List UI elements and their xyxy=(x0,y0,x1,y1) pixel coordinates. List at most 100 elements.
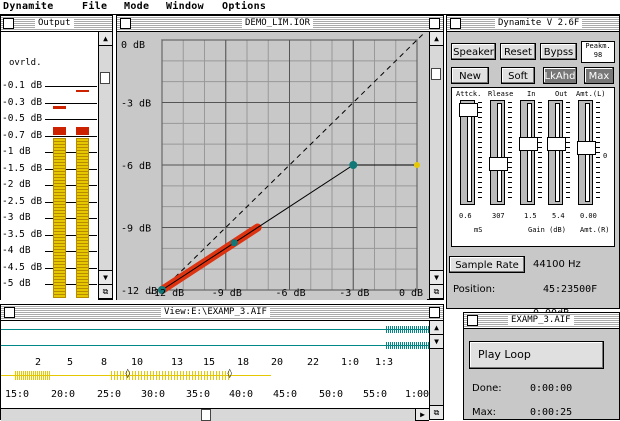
soft-button[interactable]: Soft xyxy=(501,67,535,84)
reset-button[interactable]: Reset xyxy=(500,43,536,60)
channel-line-left xyxy=(1,329,429,330)
menu-dynamite[interactable]: Dynamite xyxy=(3,1,54,12)
scroll-up-icon[interactable]: ▲ xyxy=(99,32,112,46)
view-title-bar[interactable]: View:E:\EXAMP_3.AIF xyxy=(1,305,443,321)
graph-title-bar[interactable]: DEMO_LIM.IOR xyxy=(117,16,443,32)
scroll-thumb[interactable] xyxy=(431,68,441,80)
close-box-icon[interactable] xyxy=(450,18,461,29)
sample-rate-value: 44100 Hz xyxy=(533,259,581,270)
resize-icon[interactable]: ⧉ xyxy=(99,285,112,299)
timeline-label: 35:0 xyxy=(186,389,210,400)
close-box-icon[interactable] xyxy=(467,315,478,326)
zoom-box-icon[interactable] xyxy=(429,307,440,318)
amount-fader[interactable] xyxy=(578,100,593,205)
examp-window: EXAMP_3.AIF Play Loop Done: 0:00:00 Max:… xyxy=(463,312,620,420)
graph-window: DEMO_LIM.IOR 0 dB-3 dB-6 dB-9 dB-12 dB-1… xyxy=(116,15,444,300)
view-hscrollbar[interactable]: ▶ xyxy=(1,408,429,421)
time-marker: 20 xyxy=(271,357,283,368)
gain-unit: Gain (dB) xyxy=(528,226,566,234)
close-box-icon[interactable] xyxy=(3,18,14,29)
fader-panel: Attck. Rlease In Out Amt.(L) 0 0.6 307 1… xyxy=(451,87,615,247)
out-value: 5.4 xyxy=(552,212,565,220)
time-marker: 8 xyxy=(101,357,107,368)
meter-bar-right xyxy=(76,138,89,298)
meter-scale-label: -3.5 dB xyxy=(2,229,42,240)
view-window: View:E:\EXAMP_3.AIF 2581013151820221:01:… xyxy=(0,304,444,420)
graph-scrollbar[interactable]: ▲ ▼ ⧉ xyxy=(429,32,443,299)
time-marker: 22 xyxy=(307,357,319,368)
timeline-label: 25:0 xyxy=(97,389,121,400)
y-axis-label: 0 dB xyxy=(121,40,145,51)
resize-icon[interactable]: ⧉ xyxy=(430,405,443,420)
output-scrollbar[interactable]: ▲ ▼ ⧉ xyxy=(98,32,112,299)
max-value: 0:00:25 xyxy=(530,407,572,418)
dynamite-title: Dynamite V 2.6F xyxy=(495,18,582,29)
menu-file[interactable]: File xyxy=(82,1,107,12)
meter-scale-label: -0.7 dB xyxy=(2,130,42,141)
speaker-button[interactable]: Speaker xyxy=(451,43,496,60)
lookahead-button[interactable]: LkAhd xyxy=(543,67,577,84)
time-marker: 5 xyxy=(67,357,73,368)
dynamite-title-bar[interactable]: Dynamite V 2.6F xyxy=(447,16,619,32)
fader-side-value: 0 xyxy=(603,152,607,160)
loop-start-marker-icon[interactable]: ◊ xyxy=(125,369,130,379)
attack-fader[interactable] xyxy=(460,100,475,205)
menu-mode[interactable]: Mode xyxy=(124,1,149,12)
audio-overview-burst xyxy=(15,371,51,380)
scroll-down-icon[interactable]: ▼ xyxy=(430,335,443,349)
scroll-up-icon[interactable]: ▲ xyxy=(430,32,443,46)
done-label: Done: xyxy=(472,383,502,394)
transfer-curve-graph[interactable]: 0 dB-3 dB-6 dB-9 dB-12 dB-12 dB-9 dB-6 d… xyxy=(117,32,427,300)
output-title-bar[interactable]: Output xyxy=(1,16,112,32)
close-box-icon[interactable] xyxy=(4,307,15,318)
timeline-label: 40:0 xyxy=(229,389,253,400)
loop-end-marker-icon[interactable]: ◊ xyxy=(227,369,232,379)
peak-label: Peakm. xyxy=(582,42,614,51)
menu-options[interactable]: Options xyxy=(222,1,266,12)
input-gain-fader-knob[interactable] xyxy=(519,137,538,151)
graph-title: DEMO_LIM.IOR xyxy=(242,18,313,29)
input-gain-fader[interactable] xyxy=(520,100,535,205)
release-fader[interactable] xyxy=(490,100,505,205)
amount-right-unit: Amt.(R) xyxy=(580,226,610,234)
release-header: Rlease xyxy=(488,90,513,98)
bypass-button[interactable]: Bypss xyxy=(540,43,577,60)
examp-title-bar[interactable]: EXAMP_3.AIF xyxy=(464,313,619,329)
resize-icon[interactable]: ⧉ xyxy=(430,285,443,299)
curve-node xyxy=(231,239,238,246)
output-gain-fader-knob[interactable] xyxy=(547,137,566,151)
attack-value: 0.6 xyxy=(459,212,472,220)
in-value: 1.5 xyxy=(524,212,537,220)
meter-hold-right xyxy=(76,90,89,92)
menu-window[interactable]: Window xyxy=(166,1,204,12)
examp-title: EXAMP_3.AIF xyxy=(508,315,574,326)
time-marker: 10 xyxy=(131,357,143,368)
out-header: Out xyxy=(555,90,568,98)
view-scrollbar[interactable]: ▲ ▼ ⧉ xyxy=(429,321,443,420)
y-axis-label: -3 dB xyxy=(121,99,151,110)
curve-node xyxy=(414,162,420,168)
scroll-right-icon[interactable]: ▶ xyxy=(415,409,429,421)
attack-fader-knob[interactable] xyxy=(459,103,478,117)
ms-unit: mS xyxy=(474,226,482,234)
meter-scale-label: -3 dB xyxy=(2,212,31,223)
zoom-box-icon[interactable] xyxy=(429,18,440,29)
scroll-thumb[interactable] xyxy=(100,72,110,84)
play-loop-button[interactable]: Play Loop xyxy=(469,341,604,369)
max-button[interactable]: Max xyxy=(584,67,614,84)
sample-rate-button[interactable]: Sample Rate xyxy=(449,256,525,273)
release-fader-knob[interactable] xyxy=(489,157,508,171)
scroll-thumb[interactable] xyxy=(201,409,211,421)
new-button[interactable]: New xyxy=(451,67,489,84)
x-axis-label: -3 dB xyxy=(339,288,369,299)
output-gain-fader[interactable] xyxy=(548,100,563,205)
close-box-icon[interactable] xyxy=(120,18,131,29)
waveform-area[interactable]: 2581013151820221:01:3 ◊ ◊ 15:020:025:030… xyxy=(1,321,429,408)
scroll-down-icon[interactable]: ▼ xyxy=(430,270,443,285)
scroll-up-icon[interactable]: ▲ xyxy=(430,321,443,335)
output-window: Output ovrld. -0.1 dB-0.3 dB-0.5 dB-0.7 … xyxy=(0,15,113,300)
amount-fader-knob[interactable] xyxy=(577,141,596,155)
meter-scale-label: -1.5 dB xyxy=(2,163,42,174)
timeline-label: 30:0 xyxy=(141,389,165,400)
scroll-down-icon[interactable]: ▼ xyxy=(99,270,112,285)
